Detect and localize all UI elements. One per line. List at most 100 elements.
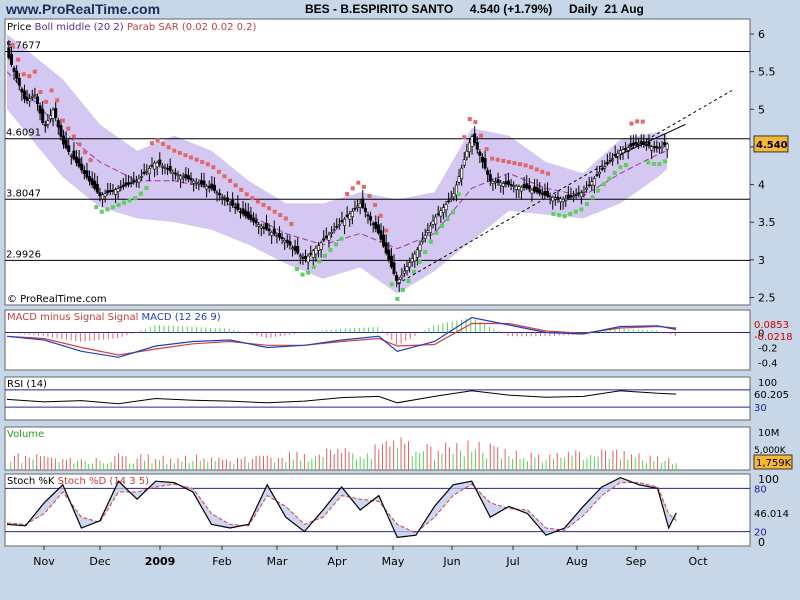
sar-dot: [88, 158, 93, 163]
candle-body: [330, 232, 334, 234]
candle-body: [548, 196, 552, 199]
sar-dot: [294, 266, 299, 271]
candle-body: [603, 166, 607, 169]
candle-body: [228, 203, 232, 205]
sar-dot: [155, 138, 160, 143]
candle-body: [41, 109, 45, 124]
candle-body: [257, 224, 261, 227]
candle-body: [520, 186, 524, 192]
candle-body: [408, 262, 412, 268]
candle-body: [457, 176, 461, 183]
candle-body: [504, 181, 508, 185]
candle-body: [173, 172, 177, 175]
candle-body: [17, 77, 21, 86]
candle-body: [522, 184, 526, 188]
candle-body: [572, 195, 576, 198]
candle-body: [9, 54, 13, 65]
sar-dot: [434, 230, 439, 235]
candle-body: [272, 228, 276, 235]
sar-dot: [601, 182, 606, 187]
sar-dot: [306, 270, 311, 275]
candle-body: [462, 159, 466, 166]
candle-body: [421, 239, 425, 242]
sar-dot: [635, 119, 640, 124]
candle-body: [241, 208, 245, 215]
y-tick-label: 3: [758, 254, 765, 267]
candle-body: [556, 196, 560, 199]
candle-body: [332, 229, 336, 232]
candle-body: [387, 249, 391, 261]
sar-dot: [607, 176, 612, 181]
candle-body: [134, 180, 138, 183]
candle-body: [101, 194, 105, 200]
candle-body: [304, 256, 308, 260]
sar-dot: [16, 57, 21, 62]
candle-body: [129, 182, 133, 185]
candle-body: [340, 220, 344, 223]
candle-body: [559, 198, 563, 203]
candle-body: [376, 224, 380, 234]
candle-body: [46, 120, 50, 125]
candle-body: [75, 156, 79, 163]
candle-body: [343, 218, 347, 227]
candle-body: [582, 190, 586, 193]
sar-dot: [228, 178, 233, 183]
candle-body: [478, 151, 482, 156]
sar-dot: [562, 214, 567, 219]
candle-body: [194, 181, 198, 184]
candle-body: [444, 204, 448, 211]
month-label: 2009: [145, 555, 176, 568]
candle-body: [657, 147, 661, 149]
candle-body: [374, 222, 378, 229]
y-tick-label: 5.5: [758, 66, 776, 79]
sar-dot: [412, 269, 417, 274]
candle-body: [288, 241, 292, 246]
candle-body: [62, 135, 66, 145]
sar-dot: [83, 150, 88, 155]
candle-body: [12, 67, 16, 72]
candle-body: [124, 182, 128, 186]
candle-body: [199, 180, 203, 185]
candle-body: [163, 167, 167, 169]
sar-dot: [311, 264, 316, 269]
candle-body: [415, 249, 419, 258]
candle-body: [306, 255, 310, 263]
price-legend-part: Parab SAR (0.02 0.02 0.2): [127, 22, 257, 33]
candle-body: [483, 157, 487, 169]
sar-dot: [172, 148, 177, 153]
candle-body: [192, 180, 196, 184]
candle-body: [663, 142, 667, 146]
rsi-value: 60.205: [754, 390, 789, 401]
volume-value: 1,759K: [756, 458, 792, 469]
candle-body: [574, 194, 578, 196]
candle-body: [566, 194, 570, 199]
candle-body: [51, 109, 55, 119]
month-label: Oct: [688, 555, 708, 568]
candle-body: [423, 235, 427, 239]
candle-body: [249, 214, 253, 221]
candle-body: [491, 181, 495, 184]
candle-body: [106, 190, 110, 194]
candle-body: [441, 207, 445, 213]
candle-body: [298, 255, 302, 258]
candle-body: [527, 185, 531, 190]
sar-dot: [21, 72, 26, 77]
candle-body: [665, 143, 669, 150]
candle-body: [389, 255, 393, 268]
y-tick-label: -0.2: [758, 344, 778, 355]
candle-body: [577, 192, 581, 195]
candle-body: [418, 244, 422, 252]
candle-body: [30, 96, 34, 98]
candle-body: [452, 193, 456, 198]
candle-body: [197, 182, 201, 185]
sar-dot: [289, 222, 294, 227]
candle-body: [103, 193, 107, 197]
sar-dot: [166, 145, 171, 150]
candle-body: [35, 96, 39, 105]
sar-dot: [38, 90, 43, 95]
sar-dot: [367, 193, 372, 198]
sar-dot: [478, 133, 483, 138]
candle-body: [132, 179, 136, 183]
sar-dot: [523, 163, 528, 168]
sar-dot: [244, 192, 249, 197]
